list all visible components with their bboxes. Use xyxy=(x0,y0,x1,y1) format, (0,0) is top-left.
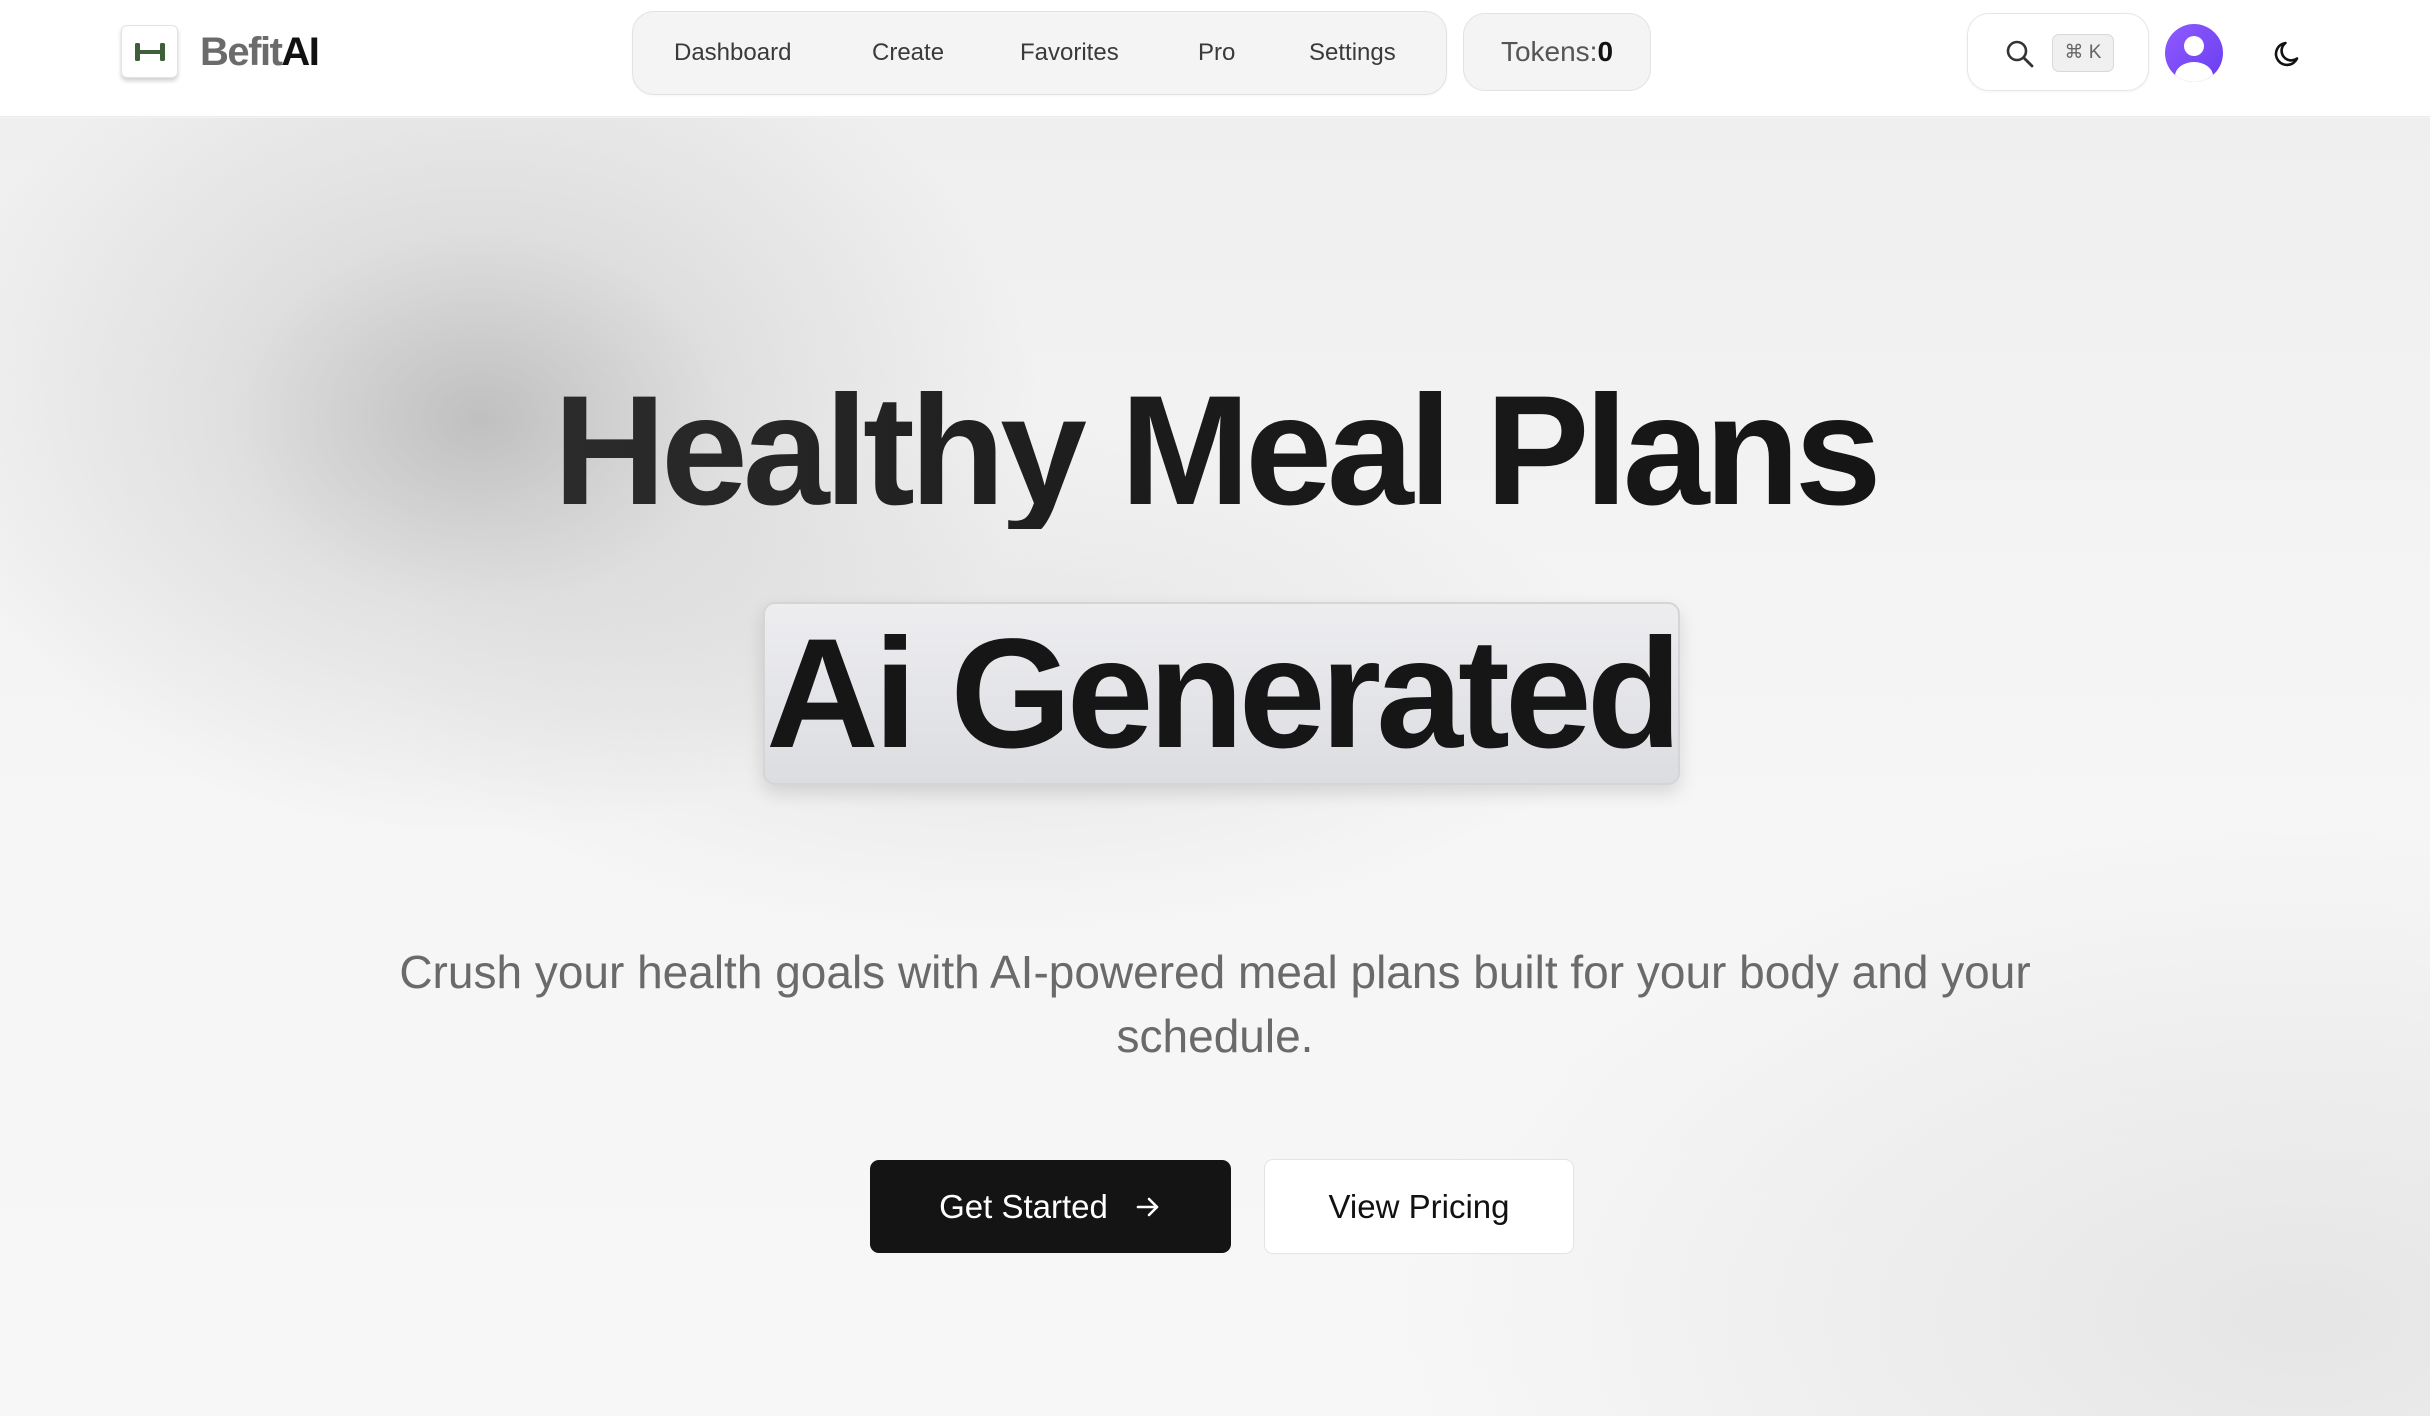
hero-title-highlight: Ai Generated xyxy=(766,606,1682,781)
search-icon xyxy=(2006,40,2034,68)
nav-pro[interactable]: Pro xyxy=(1198,12,1235,94)
view-pricing-label: View Pricing xyxy=(1328,1187,1510,1225)
tokens-badge: Tokens: 0 xyxy=(1463,13,1651,91)
brand-name-part1: Befit xyxy=(200,29,283,74)
brand-name: BefitAI xyxy=(200,29,320,74)
get-started-label: Get Started xyxy=(939,1187,1108,1225)
nav-dashboard[interactable]: Dashboard xyxy=(674,12,791,94)
dumbbell-icon xyxy=(134,42,165,61)
hero-title: Healthy Meal Plans xyxy=(0,373,2430,529)
nav-favorites[interactable]: Favorites xyxy=(1020,12,1119,94)
brand-logo xyxy=(121,25,178,78)
get-started-button[interactable]: Get Started xyxy=(870,1160,1231,1253)
hero-highlight-chip: Ai Generated xyxy=(763,602,1682,785)
nav-settings[interactable]: Settings xyxy=(1309,12,1396,94)
arrow-right-icon xyxy=(1136,1197,1159,1216)
view-pricing-button[interactable]: View Pricing xyxy=(1264,1159,1574,1254)
search-shortcut-hint: ⌘ K xyxy=(2052,34,2114,72)
main-nav: Dashboard Create Favorites Pro Settings xyxy=(632,11,1447,95)
search-button[interactable]: ⌘ K xyxy=(1967,13,2149,91)
tokens-label: Tokens: xyxy=(1500,36,1598,67)
user-avatar-icon xyxy=(2175,36,2213,82)
top-header: BefitAI Dashboard Create Favorites Pro S… xyxy=(0,0,2430,117)
user-avatar[interactable] xyxy=(2165,24,2223,82)
hero-subtitle: Crush your health goals with AI-powered … xyxy=(399,946,2031,1062)
tokens-value: 0 xyxy=(1597,36,1614,67)
hero-section: Healthy Meal Plans Ai Generated Crush yo… xyxy=(0,118,2430,1416)
brand[interactable]: BefitAI xyxy=(121,25,320,78)
nav-create[interactable]: Create xyxy=(872,12,944,94)
brand-name-part2: AI xyxy=(281,29,320,74)
moon-icon[interactable] xyxy=(2272,36,2306,70)
